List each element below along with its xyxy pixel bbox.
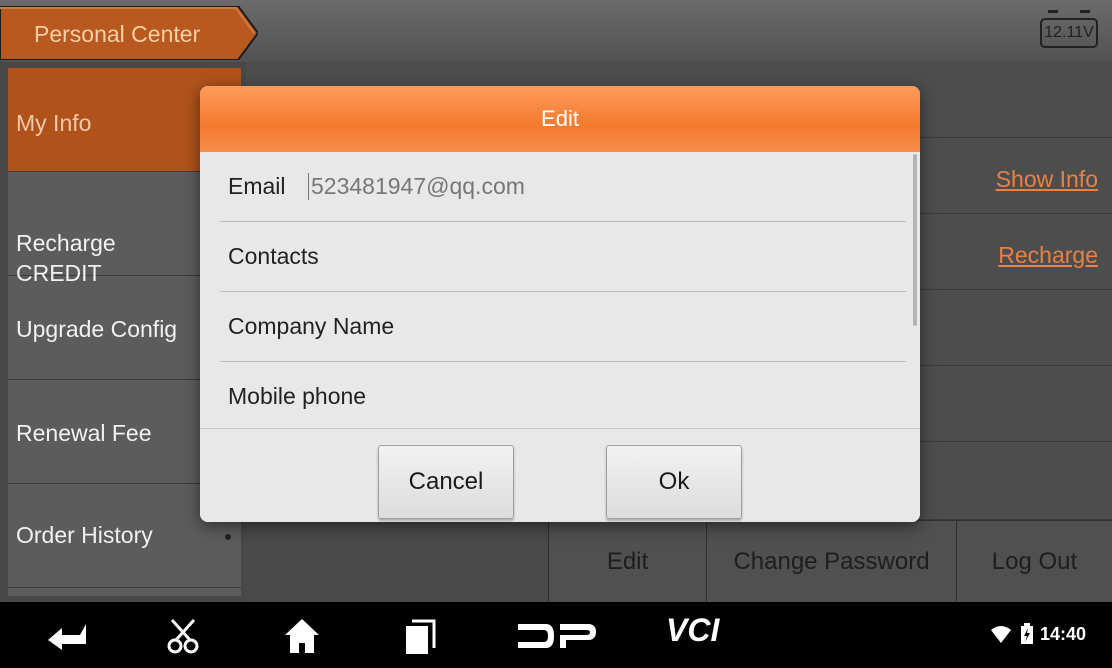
page-title-tab: Personal Center xyxy=(0,6,258,60)
bottom-action-bar: Edit Change Password Log Out xyxy=(246,520,1112,603)
recent-apps-icon[interactable] xyxy=(400,616,440,654)
status-area: 14:40 xyxy=(990,622,1110,648)
dialog-title: Edit xyxy=(200,86,920,152)
dp-icon[interactable] xyxy=(516,616,596,654)
email-field[interactable]: Email 523481947@qq.com xyxy=(220,152,906,222)
vci-icon[interactable]: VCI xyxy=(666,612,746,650)
home-icon[interactable] xyxy=(282,616,322,654)
show-info-link[interactable]: Show Info xyxy=(996,166,1098,193)
cancel-button[interactable]: Cancel xyxy=(378,445,514,519)
sidebar-item-label: Order History xyxy=(16,522,153,548)
wifi-icon xyxy=(991,626,1011,643)
dialog-scrollbar[interactable] xyxy=(913,154,917,326)
mobile-phone-field[interactable]: Mobile phone xyxy=(220,362,906,432)
battery-charging-icon xyxy=(1021,623,1033,644)
back-icon[interactable] xyxy=(46,616,86,654)
top-bar: Personal Center 12.11V xyxy=(0,0,1112,62)
log-out-button[interactable]: Log Out xyxy=(956,521,1112,603)
email-label: Email xyxy=(228,173,286,199)
vci-label: VCI xyxy=(666,612,720,648)
system-nav-bar: VCI 14:40 xyxy=(0,602,1112,668)
ok-button[interactable]: Ok xyxy=(606,445,742,519)
notification-dot xyxy=(225,534,231,540)
sidebar-item-label: Renewal Fee xyxy=(16,420,152,446)
edit-dialog: Edit Email 523481947@qq.com Contacts Com… xyxy=(200,86,920,522)
mobile-phone-label: Mobile phone xyxy=(228,383,367,409)
clock: 14:40 xyxy=(1040,624,1087,644)
sidebar-item-label: Upgrade Config xyxy=(16,316,178,342)
dialog-footer: Cancel Ok xyxy=(200,428,920,522)
company-name-label: Company Name xyxy=(228,313,395,339)
edit-button[interactable]: Edit xyxy=(548,521,706,603)
sidebar-item-label: My Info xyxy=(16,110,92,136)
company-name-field[interactable]: Company Name xyxy=(220,292,906,362)
recharge-link[interactable]: Recharge xyxy=(998,242,1098,269)
contacts-label: Contacts xyxy=(228,243,319,269)
email-input[interactable]: 523481947@qq.com xyxy=(308,173,525,200)
voltage-indicator: 12.11V xyxy=(1038,10,1100,50)
scissors-icon[interactable] xyxy=(164,616,204,654)
contacts-field[interactable]: Contacts xyxy=(220,222,906,292)
voltage-value: 12.11V xyxy=(1040,18,1098,48)
page-title: Personal Center xyxy=(34,21,201,47)
change-password-button[interactable]: Change Password xyxy=(706,521,956,603)
